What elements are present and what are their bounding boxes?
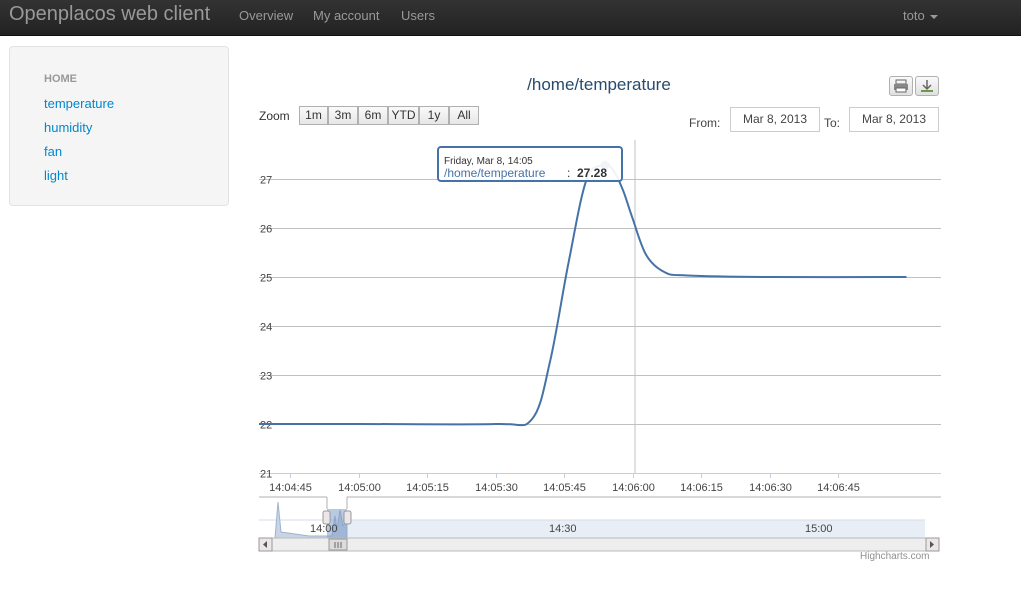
caret-down-icon <box>929 14 938 19</box>
nav-users-link[interactable]: Users <box>401 8 435 23</box>
x-tick-label: 14:06:00 <box>612 482 655 494</box>
x-tick-label: 14:06:45 <box>817 482 860 494</box>
x-tick-label: 14:05:15 <box>406 482 449 494</box>
x-tick-label: 14:05:00 <box>338 482 381 494</box>
credits-link[interactable]: Highcharts.com <box>860 551 929 562</box>
tooltip: Friday, Mar 8, 14:05 /home/temperature :… <box>437 146 623 182</box>
sidebar-header: HOME <box>44 73 77 85</box>
y-tick-label: 26 <box>260 224 272 236</box>
stock-chart: /home/temperature Zoom 1m 3m 6m YTD 1y A… <box>257 70 941 570</box>
tooltip-separator: : <box>567 166 570 180</box>
navigator[interactable]: 14:00 14:30 15:00 <box>258 496 941 552</box>
chart-plot: 21 22 23 24 25 26 27 14:04:45 14:05:00 14:05:15 1… <box>258 140 941 552</box>
temperature-series-line <box>258 164 907 427</box>
navigator-label-1430: 14:30 <box>549 523 577 535</box>
y-tick-label: 21 <box>260 469 272 481</box>
sidebar-item-light[interactable]: light <box>44 168 68 183</box>
y-tick-label: 22 <box>260 420 272 432</box>
tooltip-series-name: /home/temperature <box>444 166 546 180</box>
x-tick-label: 14:04:45 <box>269 482 312 494</box>
x-tick-label: 14:05:45 <box>543 482 586 494</box>
x-tick-label: 14:06:30 <box>749 482 792 494</box>
sidebar: HOME temperature humidity fan light <box>9 46 229 206</box>
sidebar-item-fan[interactable]: fan <box>44 144 62 159</box>
y-tick-label: 24 <box>260 322 272 334</box>
brand-link[interactable]: Openplacos web client <box>9 3 210 26</box>
user-menu-dropdown[interactable]: toto <box>903 8 938 23</box>
nav-my-account-link[interactable]: My account <box>313 8 379 23</box>
navigator-label-1500: 15:00 <box>805 523 833 535</box>
navigator-scrollbar-track[interactable] <box>258 537 940 552</box>
y-tick-label: 23 <box>260 371 272 383</box>
navigator-label-1400: 14:00 <box>310 523 338 535</box>
sidebar-item-humidity[interactable]: humidity <box>44 120 92 135</box>
y-tick-label: 25 <box>260 273 272 285</box>
nav-overview-link[interactable]: Overview <box>239 8 293 23</box>
navigator-right-handle[interactable] <box>343 510 352 525</box>
top-navbar: Openplacos web client Overview My accoun… <box>0 0 1021 36</box>
sidebar-item-temperature[interactable]: temperature <box>44 96 114 111</box>
x-tick-label: 14:05:30 <box>475 482 518 494</box>
user-name: toto <box>903 8 925 23</box>
tooltip-value: 27.28 <box>577 166 607 180</box>
y-tick-label: 27 <box>260 175 272 187</box>
x-tick-label: 14:06:15 <box>680 482 723 494</box>
